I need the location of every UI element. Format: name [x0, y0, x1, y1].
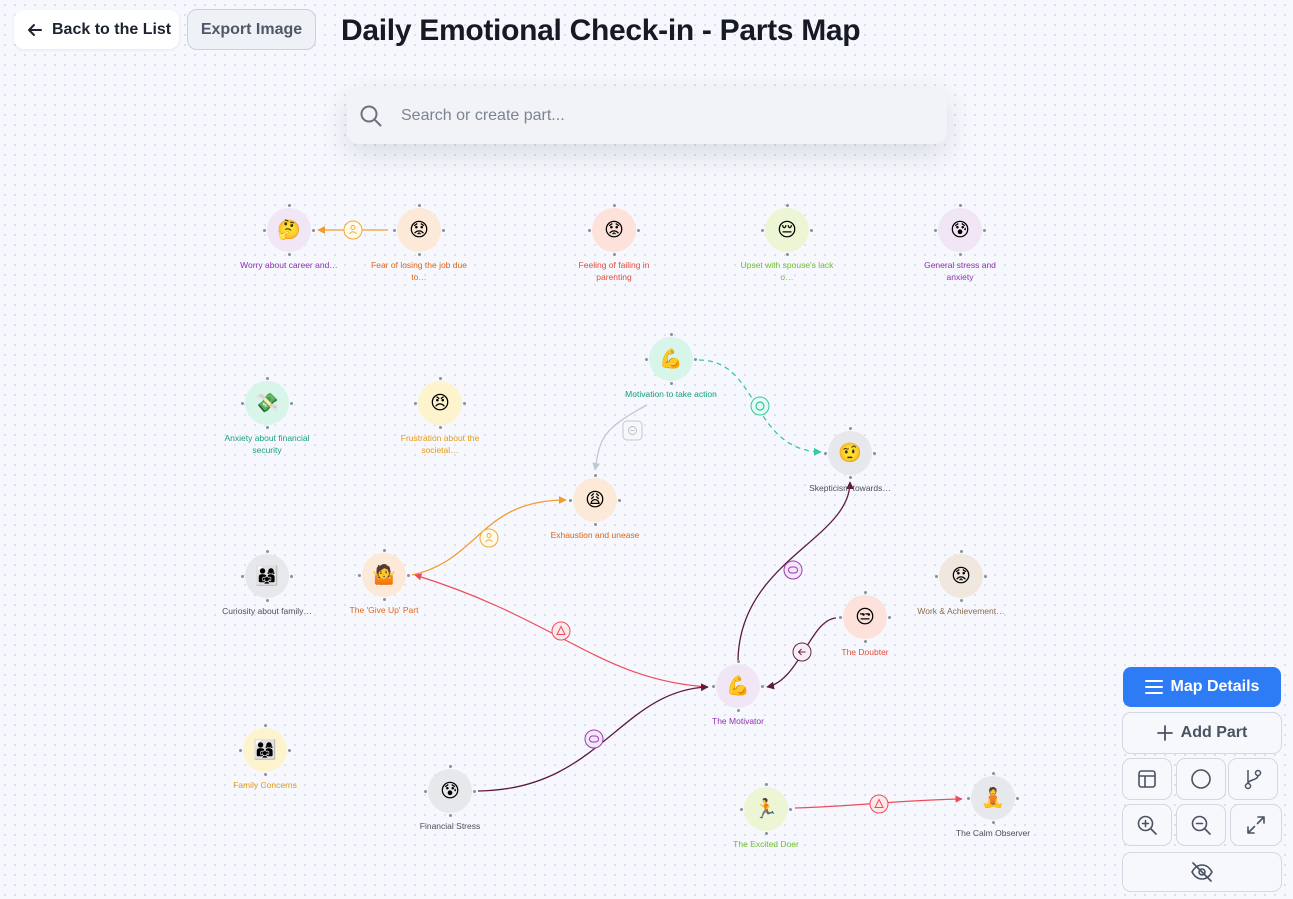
map-details-button[interactable]: Map Details	[1123, 667, 1281, 707]
zoom-out-icon	[1191, 815, 1211, 835]
expand-icon	[1247, 816, 1265, 834]
part-node[interactable]: 😟 Feeling of failing in parenting	[554, 204, 674, 283]
part-emoji: 😰	[424, 765, 476, 817]
part-node[interactable]: 👨‍👩‍👧 Family Concerns	[205, 724, 325, 791]
part-label: Family Concerns	[233, 780, 297, 790]
part-node[interactable]: 😩 Exhaustion and unease	[535, 474, 655, 541]
part-label: Motivation to take action	[625, 389, 717, 399]
part-node[interactable]: 🏃 The Excited Doer	[706, 783, 826, 850]
part-emoji: 🤨	[824, 427, 876, 479]
part-emoji: 😒	[839, 591, 891, 643]
part-label: The Excited Doer	[733, 839, 799, 849]
part-label: Work & Achievement…	[917, 606, 1005, 616]
part-emoji: 🏃	[740, 783, 792, 835]
part-node[interactable]: 😔 Upset with spouse's lack o…	[727, 204, 847, 283]
part-label: Frustration about the societal…	[400, 433, 480, 455]
part-emoji: 🤷	[358, 549, 410, 601]
plus-icon	[1156, 725, 1173, 741]
git-branch-icon	[1244, 769, 1262, 790]
badge-neutral-icon[interactable]	[622, 420, 643, 441]
map-details-label: Map Details	[1170, 678, 1260, 695]
badge-person-icon[interactable]	[479, 528, 499, 548]
zoom-in-icon	[1137, 815, 1157, 835]
part-emoji: 💸	[241, 377, 293, 429]
part-label: Upset with spouse's lack o…	[740, 260, 834, 282]
part-node[interactable]: 🤷 The 'Give Up' Part	[324, 549, 444, 616]
part-label: The Doubter	[841, 647, 889, 657]
add-part-label: Add Part	[1180, 724, 1248, 741]
toggle-visibility-button[interactable]	[1122, 852, 1282, 892]
part-node[interactable]: 🧘 The Calm Observer	[933, 772, 1053, 839]
part-label: Feeling of failing in parenting	[578, 260, 650, 282]
part-emoji: 🤔	[263, 204, 315, 256]
part-label: Skepticism towards…	[809, 483, 891, 493]
part-node[interactable]: 👨‍👩‍👧 Curiosity about family…	[207, 550, 327, 617]
connections-layer	[317, 220, 963, 814]
badge-link-icon[interactable]	[584, 729, 604, 749]
part-label: Anxiety about financial security	[224, 433, 310, 455]
circle-icon	[1191, 769, 1211, 789]
part-label: Curiosity about family…	[222, 606, 312, 616]
part-emoji: 👨‍👩‍👧	[239, 724, 291, 776]
fit-view-button[interactable]	[1230, 804, 1282, 846]
part-emoji: 😔	[761, 204, 813, 256]
part-label: General stress and anxiety	[924, 260, 996, 282]
zoom-in-button[interactable]	[1122, 804, 1172, 846]
part-emoji: 🧘	[967, 772, 1019, 824]
badge-warning-icon[interactable]	[551, 621, 571, 641]
part-label: The Motivator	[712, 716, 764, 726]
part-label: Worry about career and…	[240, 260, 338, 270]
part-node[interactable]: 😠 Frustration about the societal…	[380, 377, 500, 456]
part-emoji: 😟	[935, 550, 987, 602]
part-emoji: 😟	[393, 204, 445, 256]
part-node[interactable]: 😰 Financial Stress	[390, 765, 510, 832]
add-part-button[interactable]: Add Part	[1122, 712, 1282, 754]
part-emoji: 😩	[569, 474, 621, 526]
badge-target-icon[interactable]	[750, 396, 770, 416]
connect-button[interactable]	[1228, 758, 1278, 800]
part-node[interactable]: 💸 Anxiety about financial security	[207, 377, 327, 456]
part-label: The Calm Observer	[955, 828, 1031, 838]
part-node[interactable]: 💪 Motivation to take action	[611, 333, 731, 400]
part-label: The 'Give Up' Part	[349, 605, 419, 615]
part-label: Financial Stress	[419, 821, 481, 831]
menu-icon	[1144, 680, 1163, 694]
layout-icon	[1138, 770, 1156, 788]
part-emoji: 💪	[645, 333, 697, 385]
part-node[interactable]: 🤔 Worry about career and…	[229, 204, 349, 271]
part-emoji: 😠	[414, 377, 466, 429]
layout-button[interactable]	[1122, 758, 1172, 800]
part-emoji: 👨‍👩‍👧	[241, 550, 293, 602]
eye-off-icon	[1191, 862, 1213, 882]
part-emoji: 😟	[588, 204, 640, 256]
part-node[interactable]: 🤨 Skepticism towards…	[790, 427, 910, 494]
part-emoji: 😰	[934, 204, 986, 256]
badge-warning-icon[interactable]	[869, 794, 889, 814]
badge-link-icon[interactable]	[783, 560, 803, 580]
part-emoji: 💪	[712, 660, 764, 712]
circle-shape-button[interactable]	[1176, 758, 1226, 800]
part-node[interactable]: 😟 Fear of losing the job due to…	[359, 204, 479, 283]
part-node[interactable]: 😒 The Doubter	[805, 591, 925, 658]
zoom-out-button[interactable]	[1176, 804, 1226, 846]
part-node[interactable]: 😰 General stress and anxiety	[900, 204, 1020, 283]
part-label: Exhaustion and unease	[550, 530, 640, 540]
part-label: Fear of losing the job due to…	[371, 260, 467, 282]
part-node[interactable]: 💪 The Motivator	[678, 660, 798, 727]
